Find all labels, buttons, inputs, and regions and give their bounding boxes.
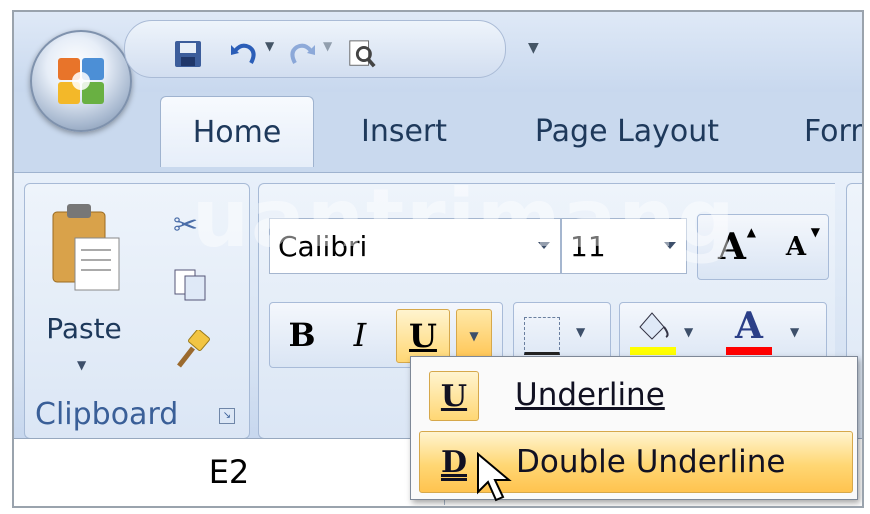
- underline-icon-letter: U: [440, 378, 468, 414]
- tab-insert[interactable]: Insert: [344, 96, 464, 166]
- tab-home[interactable]: Home: [160, 96, 314, 167]
- fill-bucket-icon: [639, 312, 669, 340]
- print-preview-icon[interactable]: [347, 39, 377, 69]
- font-name-value: Calibri: [278, 229, 368, 263]
- bold-label: B: [288, 316, 316, 354]
- borders-icon[interactable]: [524, 317, 560, 355]
- font-color-dropdown-icon[interactable]: ▼: [790, 325, 799, 339]
- shrink-font-button[interactable]: A ▼: [770, 221, 822, 273]
- clipboard-group: Paste ▼ ✂ Clipboard ↘: [24, 183, 250, 439]
- fill-color-button[interactable]: [630, 309, 676, 359]
- tab-formulas[interactable]: Form: [804, 96, 862, 166]
- menu-item-double-underline-label: Double Underline: [516, 444, 786, 480]
- fill-color-dropdown-icon[interactable]: ▼: [684, 325, 693, 339]
- fill-color-swatch: [630, 347, 676, 355]
- borders-dropdown-icon[interactable]: ▼: [576, 325, 585, 339]
- font-size-combo[interactable]: 11: [561, 218, 687, 274]
- excel-window: ▼ ▼ ▼ Home Insert Page Layout Form: [12, 10, 864, 508]
- italic-label: I: [353, 316, 367, 354]
- undo-dropdown-arrow-icon[interactable]: ▼: [265, 39, 274, 53]
- paste-label: Paste: [46, 312, 122, 345]
- bold-button[interactable]: B: [276, 309, 328, 361]
- underline-icon: U: [429, 371, 479, 421]
- save-icon[interactable]: [173, 39, 203, 69]
- customize-qat-icon[interactable]: ▼: [528, 40, 539, 56]
- quick-access-toolbar: ▼ ▼: [124, 20, 506, 78]
- font-name-combo[interactable]: Calibri: [269, 218, 561, 274]
- redo-icon[interactable]: [287, 39, 317, 69]
- font-color-button[interactable]: A: [724, 305, 774, 359]
- font-color-swatch: [726, 347, 772, 355]
- double-underline-icon-letter: D: [440, 444, 467, 480]
- double-underline-icon: D: [430, 438, 478, 486]
- underline-label: U: [409, 317, 437, 355]
- undo-icon[interactable]: [229, 39, 259, 69]
- mouse-cursor-icon: [477, 452, 512, 502]
- grow-font-button[interactable]: A ▲: [706, 221, 758, 273]
- paste-dropdown-icon[interactable]: ▼: [77, 358, 86, 372]
- menu-item-underline[interactable]: U Underline: [419, 365, 851, 425]
- copy-icon[interactable]: [173, 268, 207, 306]
- font-name-dropdown-icon[interactable]: [538, 242, 550, 249]
- format-painter-icon[interactable]: [171, 329, 213, 374]
- redo-dropdown-arrow-icon[interactable]: ▼: [323, 39, 332, 53]
- font-size-value: 11: [570, 229, 606, 263]
- clipboard-group-title: Clipboard: [35, 397, 179, 432]
- paste-icon: [52, 204, 120, 291]
- paste-button[interactable]: Paste ▼: [39, 194, 129, 374]
- cut-icon[interactable]: ✂: [173, 208, 198, 243]
- underline-dropdown-icon[interactable]: ▼: [456, 309, 492, 363]
- grow-font-label: A: [718, 226, 746, 268]
- shrink-font-label: A: [785, 232, 807, 262]
- italic-button[interactable]: I: [334, 309, 386, 361]
- ribbon-tabs: Home Insert Page Layout Form: [14, 96, 862, 172]
- clipboard-dialog-launcher-icon[interactable]: ↘: [219, 408, 235, 424]
- grow-shrink-font-buttons: A ▲ A ▼: [697, 214, 829, 280]
- font-size-dropdown-icon[interactable]: [664, 242, 676, 249]
- menu-item-underline-label: Underline: [515, 377, 665, 413]
- underline-button[interactable]: U: [396, 309, 450, 363]
- tab-page-layout[interactable]: Page Layout: [522, 96, 732, 166]
- name-box[interactable]: E2: [14, 439, 445, 505]
- font-color-letter: A: [735, 305, 763, 347]
